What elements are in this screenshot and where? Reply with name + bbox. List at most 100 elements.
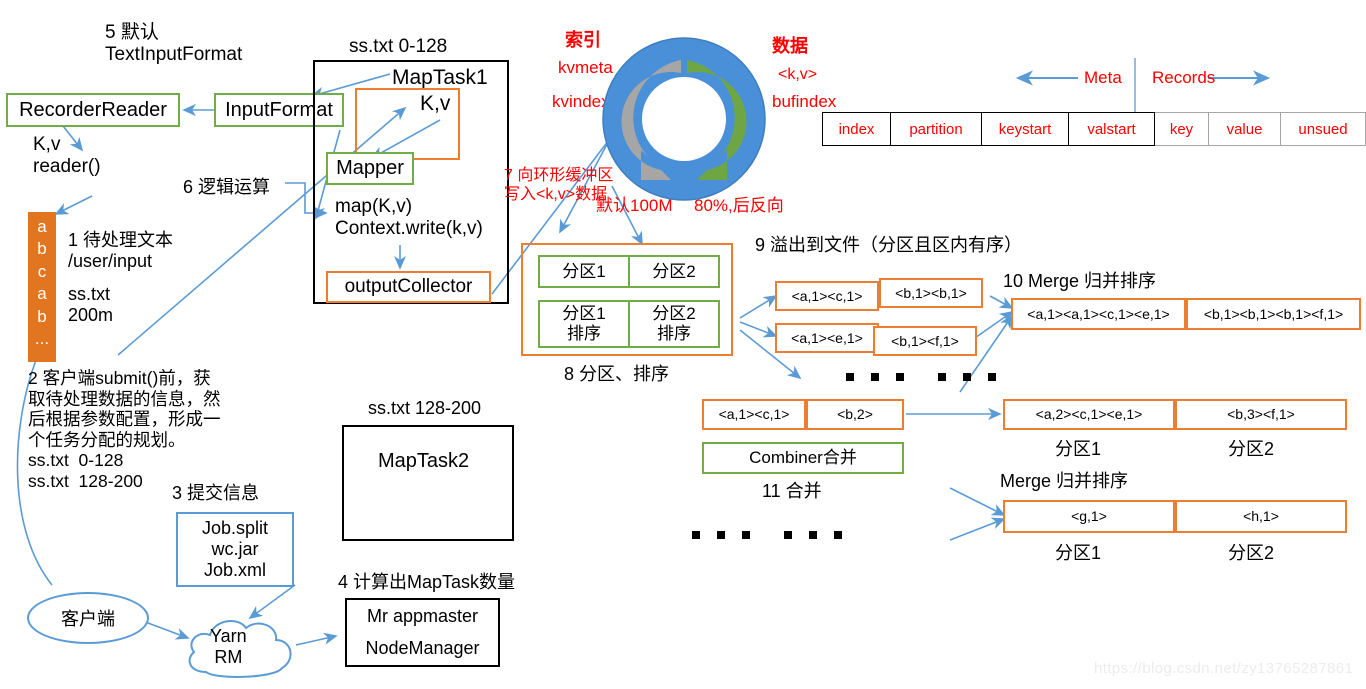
step11-label: 11 合并 [762,481,822,501]
partition1-sorted-label: 分区1 排序 [562,304,606,343]
final-merge-row1-part1[interactable]: <a,2><c,1><e,1> [1003,399,1175,430]
output-collector-box[interactable]: outputCollector [326,271,491,303]
input-text-char: a [37,217,47,236]
ring-buffer-graphic [601,36,767,202]
spill-file1-part2-label: <b,1><b,1> [895,284,967,301]
partition1-box[interactable]: 分区1 [538,255,630,288]
nodemanager-label: NodeManager [365,638,480,659]
merge-result-part1-label: <a,1><a,1><c,1><e,1> [1027,305,1170,322]
spill-file2-part1-label: <a,1><e,1> [791,329,863,346]
record-cell-unsued: unsued [1281,112,1366,146]
spill-file1-part1[interactable]: <a,1><c,1> [775,281,879,311]
combine-ellipsis [692,531,859,539]
appmaster-box[interactable]: Mr appmaster NodeManager [345,598,500,667]
job-submit-label: Job.split wc.jar Job.xml [201,518,269,580]
partition2-box[interactable]: 分区2 [628,255,720,288]
partition1-label: 分区1 [562,261,606,281]
spill-file2-part2-label: <b,1><f,1> [891,332,959,349]
partition2-sorted-label: 分区2 排序 [652,304,696,343]
final-merge-row1-part1-label: <a,2><c,1><e,1> [1035,406,1143,423]
final-merge-row2-part1[interactable]: <g,1> [1003,500,1175,533]
partition2-sorted-box[interactable]: 分区2 排序 [628,300,720,348]
step4-label: 4 计算出MapTask数量 [338,572,516,592]
spill-file2-part2[interactable]: <b,1><f,1> [873,326,977,356]
maptask1-kv-label: K,v [420,92,451,115]
final-merge-row2-part1-label: <g,1> [1071,508,1107,525]
combiner-label: Combiner合并 [749,448,857,468]
yarn-cloud[interactable]: Yarn RM [180,610,302,682]
step1-label: 1 待处理文本 /user/input [68,230,174,272]
input-text-char: b [37,306,47,326]
merge-result-part2-label: <b,1><b,1><b,1><f,1> [1203,305,1344,322]
maptask2-caption: ss.txt 128-200 [368,398,482,418]
final-merge-row2-partition1-label: 分区1 [1055,543,1102,563]
input-text-bar: a b c a b... [28,212,56,362]
step3-label: 3 提交信息 [172,483,260,503]
maptask2-title: MapTask2 [378,450,470,472]
combiner-input-part2-label: <b,2> [837,406,873,423]
combiner-input-part2[interactable]: <b,2> [806,399,904,430]
combiner-input-part1[interactable]: <a,1><c,1> [702,399,806,430]
ring-threshold-label: 80%,后反向 [694,196,784,215]
maptask1-caption: ss.txt 0-128 [349,36,448,57]
meta-cell-keystart: keystart [981,112,1068,146]
spill-file1-part1-label: <a,1><c,1> [791,287,863,304]
merge-result-part1[interactable]: <a,1><a,1><c,1><e,1> [1011,298,1186,330]
diagram-canvas: 5 默认 TextInputFormat RecorderReader Inpu… [0,0,1366,689]
partition2-label: 分区2 [652,261,696,281]
merge-result-part2[interactable]: <b,1><b,1><b,1><f,1> [1186,298,1361,330]
ring-size-label: 默认100M [596,196,673,215]
spill-file2-part1[interactable]: <a,1><e,1> [775,323,879,353]
step6-label: 6 逻辑运算 [183,177,271,197]
final-merge-row1-partition2-label: 分区2 [1228,439,1275,459]
final-merge-row2-part2-label: <h,1> [1243,508,1279,525]
step5-label: 5 默认 TextInputFormat [105,22,243,66]
final-merge-row2-part2[interactable]: <h,1> [1175,500,1347,533]
recorder-reader-label: RecorderReader [19,98,167,121]
ring-index-label: 索引 [565,30,601,50]
mapper-box[interactable]: Mapper [326,152,414,185]
step9-label: 9 溢出到文件（分区且区内有序） [755,235,1023,255]
maptask2-box[interactable] [342,425,514,541]
input-text-char: ... [34,329,50,349]
kv-reader-label: K,v reader() [33,134,101,178]
client-ellipse[interactable]: 客户端 [27,592,149,644]
job-submit-box[interactable]: Job.split wc.jar Job.xml [176,512,294,587]
recorder-reader-box[interactable]: RecorderReader [6,93,180,127]
record-cell-key: key [1155,112,1209,146]
final-merge-row1-part2[interactable]: <b,3><f,1> [1175,399,1347,430]
meta-cell-index: index [822,112,890,146]
spill-file1-part2[interactable]: <b,1><b,1> [879,278,983,308]
record-cell-value: value [1209,112,1281,146]
combiner-input-part1-label: <a,1><c,1> [718,406,790,423]
step2-label: 2 客户端submit()前，获 取待处理数据的信息，然 后根据参数配置，形成一… [28,368,221,450]
meta-arrow-label: Meta [1084,68,1122,87]
step8-label: 8 分区、排序 [564,364,670,384]
output-collector-label: outputCollector [344,276,473,298]
step1-file-label: ss.txt 200m [68,284,114,326]
meta-cell-partition: partition [890,112,981,146]
final-merge-row1-part2-label: <b,3><f,1> [1227,406,1295,423]
input-text-char: b [37,239,47,259]
map-context-label: map(K,v) Context.write(k,v) [335,196,483,240]
final-merge-row1-partition1-label: 分区1 [1055,439,1102,459]
ring-data-label: 数据 [772,36,808,56]
final-merge-row2-partition2-label: 分区2 [1228,543,1275,563]
yarn-label: Yarn RM [210,626,247,668]
client-label: 客户端 [61,609,115,629]
step2-splits-label: ss.txt 0-128 ss.txt 128-200 [28,450,143,491]
input-text-char: c [37,261,47,281]
step10-label: 10 Merge 归并排序 [1003,271,1157,291]
ring-kv-label: <k,v> [778,66,818,83]
ring-bufindex-label: bufindex [772,92,837,111]
input-text-char: a [37,284,47,304]
watermark: https://blog.csdn.net/zy13765287861 [1094,660,1354,677]
spill-ellipsis [846,373,1013,381]
meta-cell-valstart: valstart [1068,112,1155,146]
buffer-layout-table: index partition keystart valstart key va… [822,112,1366,146]
appmaster-label: Mr appmaster [366,605,479,626]
mapper-label: Mapper [336,157,404,179]
combiner-box[interactable]: Combiner合并 [702,442,904,474]
partition1-sorted-box[interactable]: 分区1 排序 [538,300,630,348]
step12-label: Merge 归并排序 [1000,471,1129,491]
